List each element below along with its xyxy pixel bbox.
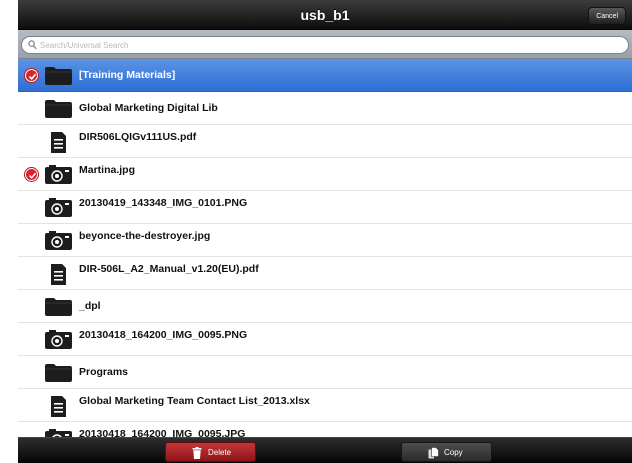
- title-bar: usb_b1 Cancel: [18, 0, 632, 30]
- camera-icon: [45, 165, 72, 189]
- folder-icon: [45, 66, 72, 90]
- folder-icon: [45, 363, 72, 387]
- file-row[interactable]: _dpl: [18, 290, 632, 323]
- file-row[interactable]: [Training Materials]: [18, 59, 632, 92]
- search-bar: [18, 30, 632, 59]
- camera-icon: [45, 198, 72, 222]
- camera-icon: [45, 330, 72, 354]
- delete-button[interactable]: Delete: [165, 442, 256, 462]
- document-icon: [45, 264, 72, 290]
- search-field[interactable]: [21, 36, 629, 54]
- file-name: Martina.jpg: [79, 164, 136, 176]
- file-name: 20130418_164200_IMG_0095.JPG: [79, 428, 246, 437]
- file-row[interactable]: Global Marketing Digital Lib: [18, 92, 632, 125]
- file-name: _dpl: [79, 300, 101, 312]
- file-name: DIR506LQIGv111US.pdf: [79, 131, 197, 143]
- file-name: [Training Materials]: [79, 69, 176, 81]
- checkmark-icon[interactable]: [25, 69, 38, 82]
- file-row[interactable]: beyonce-the-destroyer.jpg: [18, 224, 632, 257]
- file-name: Programs: [79, 366, 129, 378]
- folder-icon: [45, 99, 72, 123]
- window-title: usb_b1: [300, 7, 350, 23]
- camera-icon: [45, 429, 72, 437]
- file-name: 20130418_164200_IMG_0095.PNG: [79, 329, 248, 341]
- file-row[interactable]: 20130418_164200_IMG_0095.PNG: [18, 323, 632, 356]
- file-browser: usb_b1 Cancel [Training Materials] Global…: [18, 0, 632, 463]
- file-name: Global Marketing Digital Lib: [79, 102, 218, 114]
- file-name: DIR-506L_A2_Manual_v1.20(EU).pdf: [79, 263, 259, 275]
- folder-icon: [45, 297, 72, 321]
- camera-icon: [45, 231, 72, 255]
- checkmark-icon[interactable]: [25, 168, 38, 181]
- file-row[interactable]: DIR-506L_A2_Manual_v1.20(EU).pdf: [18, 257, 632, 290]
- document-icon: [45, 396, 72, 422]
- file-name: 20130419_143348_IMG_0101.PNG: [79, 197, 248, 209]
- file-row[interactable]: Global Marketing Team Contact List_2013.…: [18, 389, 632, 422]
- file-row[interactable]: Programs: [18, 356, 632, 389]
- document-icon: [45, 132, 72, 158]
- file-name: beyonce-the-destroyer.jpg: [79, 230, 211, 242]
- cancel-button[interactable]: Cancel: [588, 7, 626, 25]
- search-input[interactable]: [40, 38, 620, 52]
- copy-button[interactable]: Copy: [401, 442, 492, 462]
- file-row[interactable]: DIR506LQIGv111US.pdf: [18, 125, 632, 158]
- file-name: Global Marketing Team Contact List_2013.…: [79, 395, 310, 407]
- delete-label: Delete: [208, 448, 232, 457]
- file-row[interactable]: 20130419_143348_IMG_0101.PNG: [18, 191, 632, 224]
- file-row[interactable]: Martina.jpg: [18, 158, 632, 191]
- file-list: [Training Materials] Global Marketing Dig…: [18, 59, 632, 437]
- search-icon: [28, 40, 37, 50]
- copy-icon: [428, 447, 439, 459]
- trash-icon: [192, 447, 202, 459]
- copy-label: Copy: [444, 448, 463, 457]
- bottom-toolbar: Delete Copy: [18, 437, 632, 463]
- file-row[interactable]: 20130418_164200_IMG_0095.JPG: [18, 422, 632, 437]
